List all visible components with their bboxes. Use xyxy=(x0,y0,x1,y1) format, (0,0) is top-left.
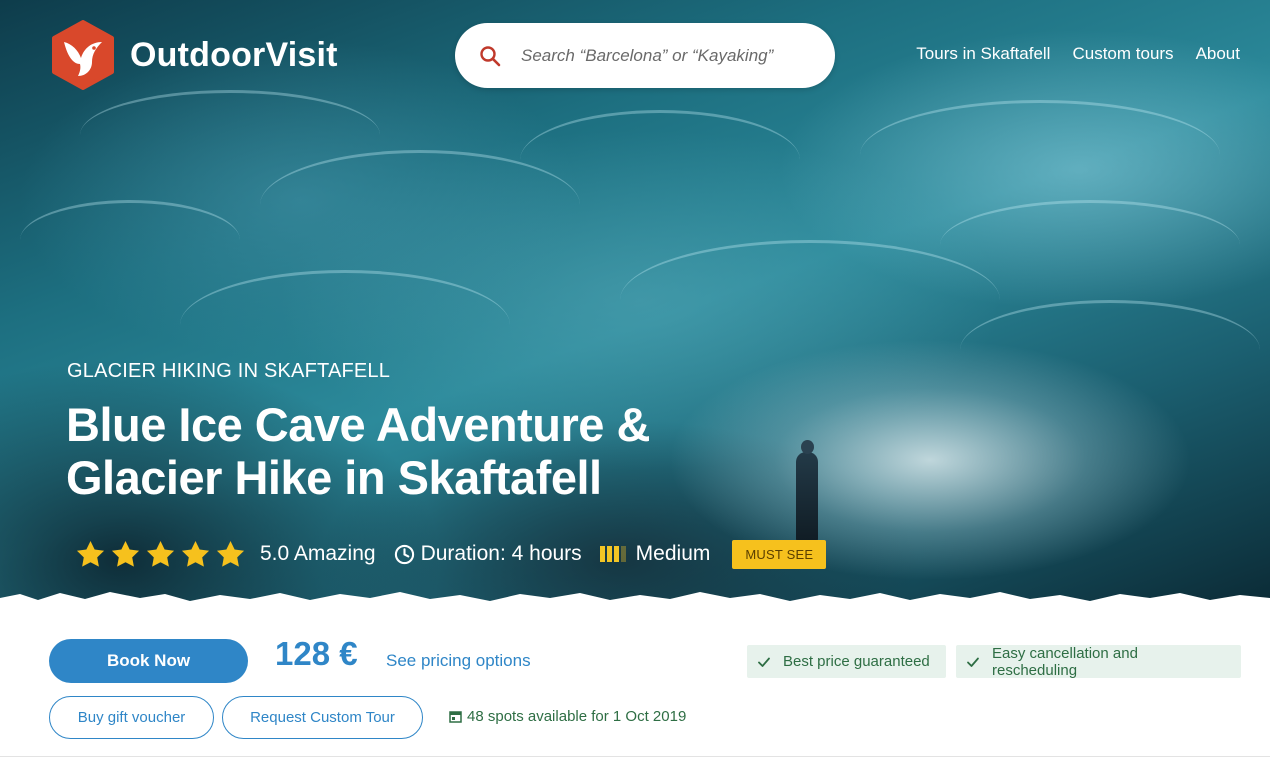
search-icon[interactable] xyxy=(479,45,501,67)
hero-image xyxy=(0,0,1270,610)
check-icon xyxy=(967,657,979,667)
easy-cancellation-badge: Easy cancellation and rescheduling xyxy=(956,644,1241,679)
hiker-figure xyxy=(796,440,818,542)
tour-meta: 5.0 Amazing Duration: 4 hours Medium MUS… xyxy=(75,537,827,571)
request-custom-tour-button[interactable]: Request Custom Tour xyxy=(222,696,423,739)
ice-ripple xyxy=(960,300,1260,400)
search-input[interactable] xyxy=(521,45,821,66)
divider xyxy=(0,756,1270,757)
nav-about[interactable]: About xyxy=(1196,44,1240,64)
ice-ripple xyxy=(860,100,1220,210)
rating-label: 5.0 Amazing xyxy=(260,542,376,565)
nav-custom-tours[interactable]: Custom tours xyxy=(1072,44,1173,64)
duration-label: Duration: 4 hours xyxy=(420,542,582,565)
price: 128 € xyxy=(275,635,358,672)
star-icon xyxy=(181,540,210,567)
star-icon xyxy=(76,540,105,567)
ice-ripple xyxy=(20,200,240,280)
tour-category: GLACIER HIKING IN SKAFTAFELL xyxy=(67,360,391,382)
ice-ripple xyxy=(620,240,1000,360)
star-rating xyxy=(75,539,246,570)
easy-cancellation-label: Easy cancellation and rescheduling xyxy=(991,644,1138,679)
availability-info: 48 spots available for 1 Oct 2019 xyxy=(449,708,686,725)
buy-gift-voucher-button[interactable]: Buy gift voucher xyxy=(49,696,214,739)
clock-icon xyxy=(394,544,414,564)
star-icon xyxy=(146,540,175,567)
must-see-badge: MUST SEE xyxy=(732,539,827,569)
page-title: Blue Ice Cave Adventure & Glacier Hike i… xyxy=(66,398,650,504)
difficulty-label: Medium xyxy=(635,542,711,565)
difficulty-icon xyxy=(599,546,626,562)
bird-logo-icon xyxy=(52,20,114,90)
torn-edge xyxy=(0,592,1270,610)
ice-ripple xyxy=(520,110,800,210)
brand-logo[interactable]: OutdoorVisit xyxy=(50,20,338,90)
nav-tours-in-skaftafell[interactable]: Tours in Skaftafell xyxy=(916,44,1050,64)
check-icon xyxy=(758,657,770,667)
book-now-button[interactable]: Book Now xyxy=(49,639,248,683)
best-price-label: Best price guaranteed xyxy=(783,653,930,670)
star-icon xyxy=(111,540,140,567)
availability-label: 48 spots available for 1 Oct 2019 xyxy=(467,708,687,725)
see-pricing-options-link[interactable]: See pricing options xyxy=(386,651,531,671)
brand-name: OutdoorVisit xyxy=(130,35,338,74)
calendar-icon xyxy=(449,711,462,723)
star-icon xyxy=(216,540,245,567)
top-nav: Tours in Skaftafell Custom tours About xyxy=(916,44,1240,64)
search-bar[interactable] xyxy=(455,23,835,88)
best-price-badge: Best price guaranteed xyxy=(747,645,946,678)
